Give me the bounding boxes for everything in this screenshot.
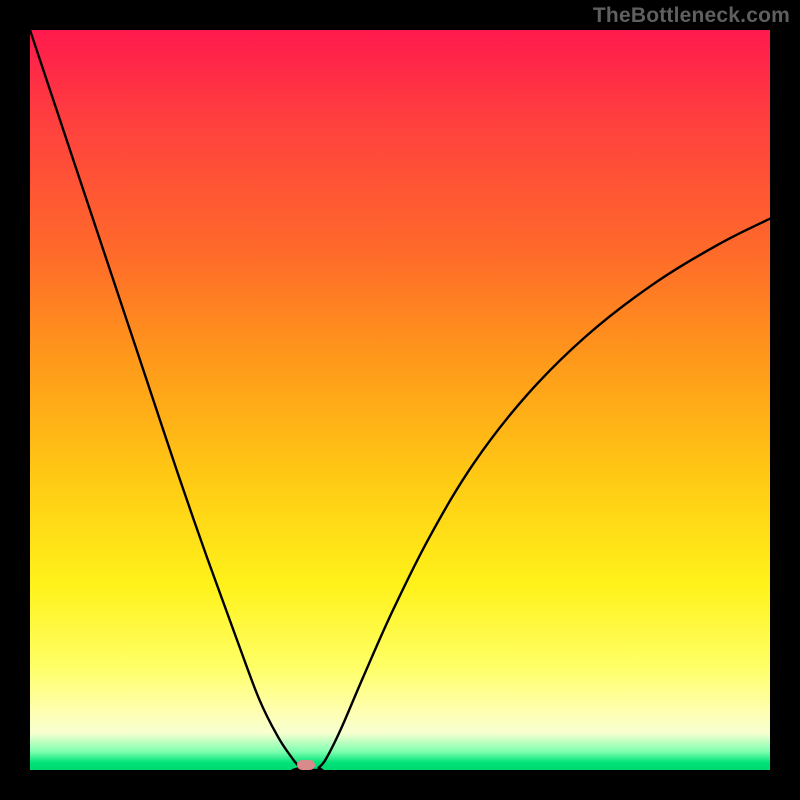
- plot-area: [30, 30, 770, 770]
- bottleneck-curve: [30, 30, 770, 770]
- minimum-marker: [297, 760, 315, 770]
- chart-frame: TheBottleneck.com: [0, 0, 800, 800]
- watermark-text: TheBottleneck.com: [593, 4, 790, 28]
- curve-path: [30, 30, 770, 770]
